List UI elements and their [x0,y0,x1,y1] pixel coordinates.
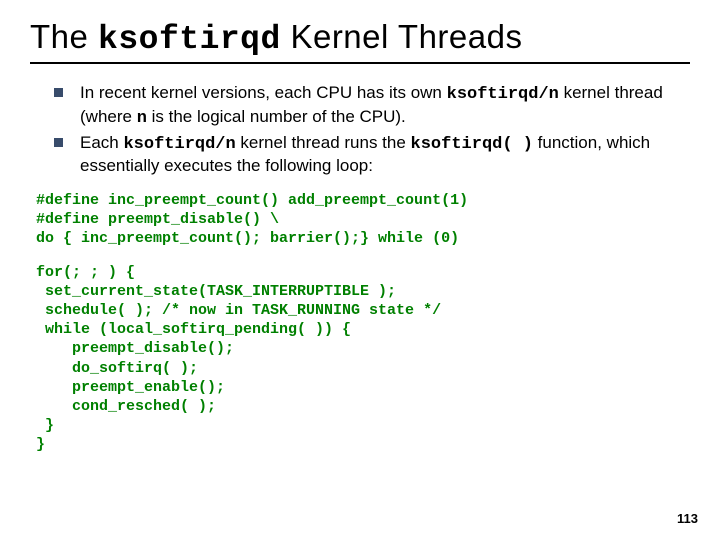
bullet-text: Each [80,133,123,152]
bullet-text: is the logical number of the CPU). [147,107,406,126]
page-number: 113 [677,511,698,526]
bullet-item: Each ksoftirqd/n kernel thread runs the … [54,132,680,178]
title-post: Kernel Threads [281,18,523,55]
title-rule [30,62,690,64]
code-block-defines: #define inc_preempt_count() add_preempt_… [36,191,690,249]
bullet-list: In recent kernel versions, each CPU has … [30,82,690,177]
bullet-code: n [137,109,147,128]
bullet-text: kernel thread runs the [236,133,411,152]
title-code: ksoftirqd [98,21,281,58]
title-pre: The [30,18,98,55]
code-block-loop: for(; ; ) { set_current_state(TASK_INTER… [36,263,690,455]
slide-title: The ksoftirqd Kernel Threads [30,18,690,58]
bullet-code: ksoftirqd( ) [411,135,533,154]
bullet-item: In recent kernel versions, each CPU has … [54,82,680,130]
bullet-text: In recent kernel versions, each CPU has … [80,83,447,102]
bullet-code: ksoftirqd/n [447,85,559,104]
bullet-code: ksoftirqd/n [123,135,235,154]
